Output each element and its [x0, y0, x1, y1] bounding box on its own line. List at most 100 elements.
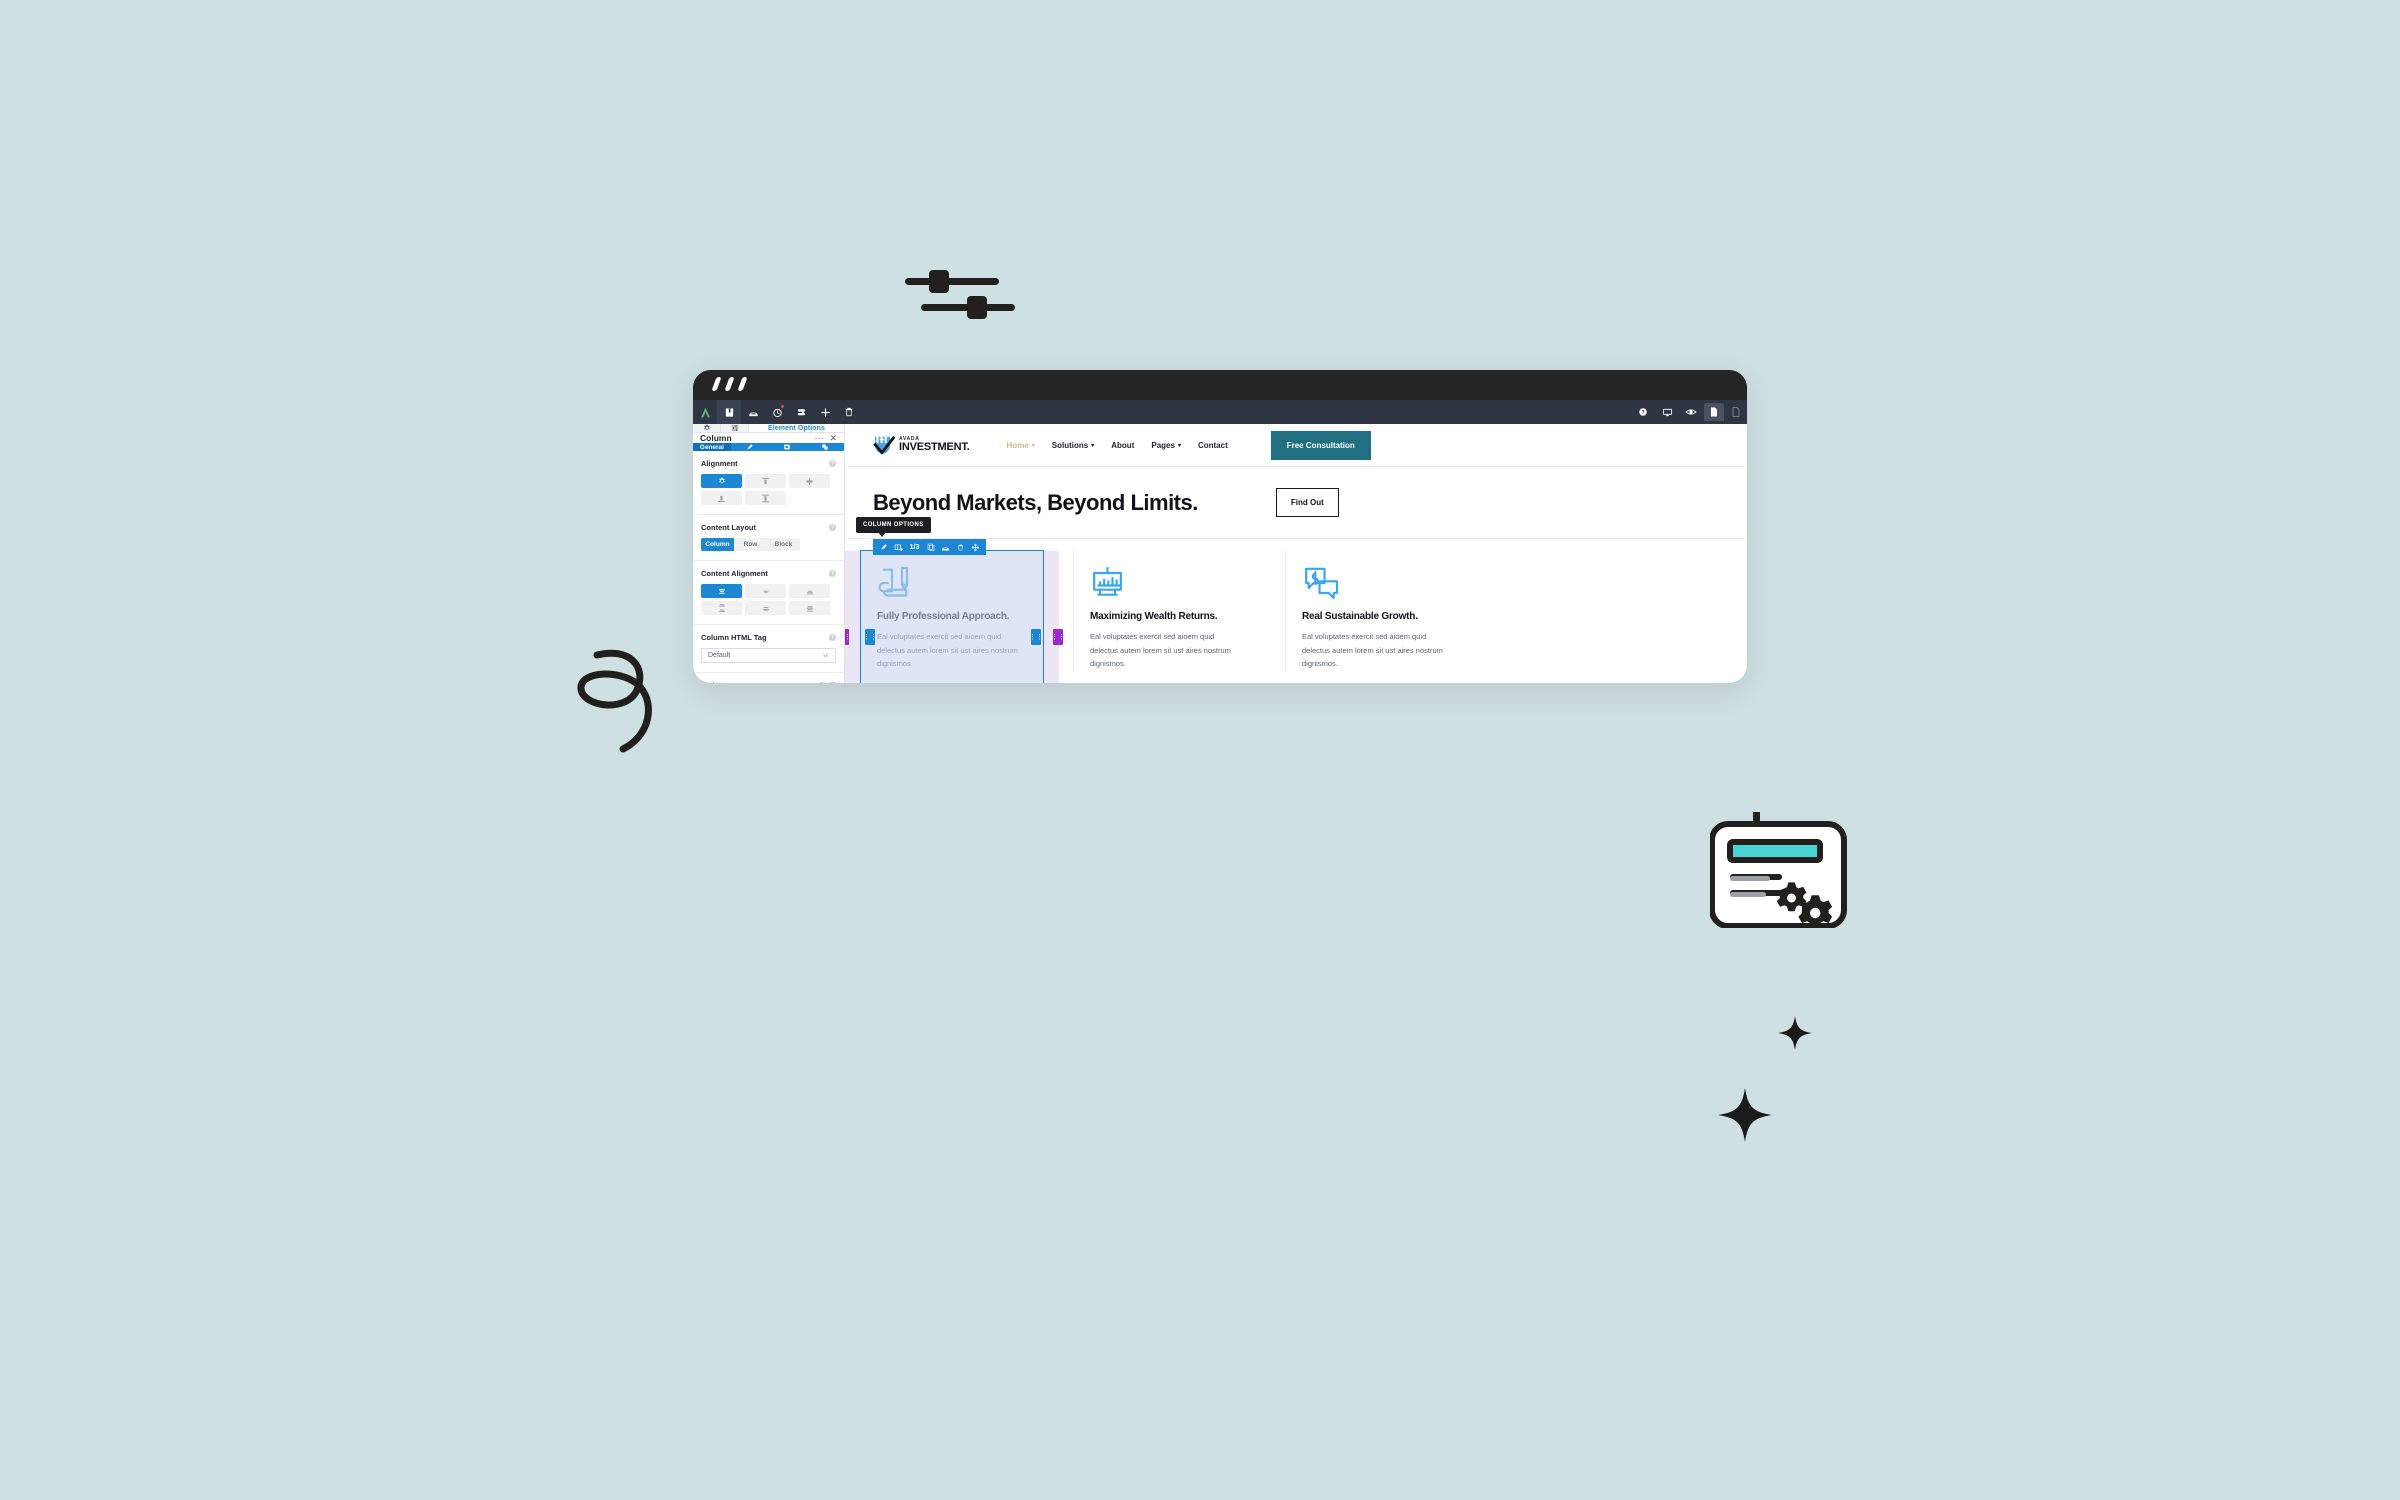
avada-builder-toolbar: ? — [693, 400, 1747, 424]
panel-close-icon[interactable]: ✕ — [829, 433, 837, 443]
help-icon[interactable]: ? — [829, 524, 836, 531]
tab-background[interactable] — [769, 443, 807, 451]
column-html-tag-value: Default — [708, 652, 731, 659]
alignment-default-button[interactable] — [701, 474, 742, 488]
tab-extras[interactable] — [806, 443, 844, 451]
help-icon[interactable]: ? — [829, 570, 836, 577]
save-icon[interactable] — [741, 400, 765, 424]
section-column-html-tag: Column HTML Tag ? Default — [693, 625, 844, 673]
titlebar-slash-3 — [737, 377, 748, 391]
alignment-top-button[interactable] — [745, 474, 786, 488]
content-layout-block[interactable]: Block — [767, 538, 800, 551]
responsive-icon[interactable] — [1655, 400, 1679, 424]
delete-column-icon[interactable] — [953, 539, 968, 555]
logo-main-text: INVESTMENT. — [899, 441, 970, 453]
panel-element-title: Column — [700, 433, 732, 443]
feature-card-1[interactable]: COLUMN OPTIONS 1/3 ⋮ ⋮⋮ ⋮⋮ ⋮⋮ Fully Prof… — [845, 517, 1065, 683]
content-align-start-button[interactable] — [701, 584, 742, 598]
column-drag-handle-right[interactable]: ⋮⋮ — [1029, 629, 1043, 645]
edit-column-icon[interactable] — [876, 539, 891, 555]
clone-column-icon[interactable] — [923, 539, 938, 555]
help-icon[interactable]: ? — [829, 634, 836, 641]
svg-text:?: ? — [1641, 410, 1644, 416]
chevron-down-icon — [823, 654, 828, 658]
column-drag-handle-left[interactable]: ⋮⋮ — [863, 629, 877, 645]
squiggle-decoration — [577, 649, 652, 753]
feature-card-3[interactable]: Real Sustainable Growth. Eal voluptates … — [1285, 551, 1465, 671]
content-align-space-evenly-button[interactable] — [789, 601, 830, 615]
browser-titlebar — [693, 370, 1747, 400]
nav-item-solutions[interactable]: Solutions ▾ — [1052, 441, 1094, 450]
content-layout-column[interactable]: Column — [701, 538, 734, 551]
card-2-title: Maximizing Wealth Returns. — [1090, 611, 1218, 622]
preview-icon[interactable] — [1679, 400, 1703, 424]
avada-logo-icon[interactable] — [693, 400, 717, 424]
section-alignment-title: Alignment — [701, 459, 738, 468]
move-column-icon[interactable] — [968, 539, 983, 555]
panel-more-icon[interactable]: ··· — [814, 433, 823, 443]
site-preview-canvas: AVADA INVESTMENT. Home ▾ Solutions ▾ About… — [845, 424, 1747, 683]
content-align-end-button[interactable] — [789, 584, 830, 598]
site-header: AVADA INVESTMENT. Home ▾ Solutions ▾ About… — [845, 424, 1747, 467]
card-1-body: Eal voluptates exercit sed aioem quid de… — [877, 632, 1018, 668]
column-html-tag-select[interactable]: Default — [701, 648, 836, 663]
tab-design[interactable] — [731, 443, 769, 451]
nav-item-home[interactable]: Home ▾ — [1007, 441, 1035, 450]
content-align-space-around-button[interactable] — [745, 601, 786, 615]
content-align-center-button[interactable] — [745, 584, 786, 598]
alignment-bottom-button[interactable] — [701, 491, 742, 505]
feature-card-2[interactable]: Maximizing Wealth Returns. Eal voluptate… — [1073, 551, 1253, 671]
page-icon[interactable] — [1725, 400, 1747, 424]
dynamic-content-icon[interactable] — [829, 682, 836, 683]
sliders-decoration-icon — [905, 270, 1015, 319]
find-out-button[interactable]: Find Out — [1275, 488, 1339, 517]
hero-heading: Beyond Markets, Beyond Limits. — [873, 489, 1198, 515]
add-element-icon[interactable] — [813, 400, 837, 424]
nav-item-contact[interactable]: Contact — [1198, 441, 1228, 450]
panel-settings-tab[interactable] — [693, 424, 721, 432]
chevron-down-icon: ▾ — [1091, 442, 1095, 449]
add-column-icon[interactable] — [891, 539, 906, 555]
sparkle-decoration-large — [1718, 1088, 1772, 1142]
alignment-center-button[interactable] — [789, 474, 830, 488]
parent-drag-handle-right[interactable]: ⋮⋮ — [1051, 629, 1065, 645]
layers-icon[interactable] — [789, 400, 813, 424]
browser-window: ? Element Options Column ··· ✕ General A… — [693, 370, 1747, 683]
help-icon[interactable]: ? — [818, 682, 825, 683]
contract-signing-icon — [878, 566, 909, 597]
page-icon-active[interactable] — [1703, 400, 1725, 424]
section-column-html-tag-title: Column HTML Tag — [701, 633, 767, 642]
card-3-icon-wrap — [1302, 563, 1449, 605]
panel-title-label: Element Options — [749, 424, 844, 432]
card-3-title: Real Sustainable Growth. — [1302, 611, 1418, 622]
hero-section: Beyond Markets, Beyond Limits. Find Out — [845, 467, 1747, 539]
trash-icon[interactable] — [837, 400, 861, 424]
nav-item-about[interactable]: About — [1111, 441, 1134, 450]
sparkle-decoration-small — [1778, 1016, 1812, 1050]
content-align-space-between-button[interactable] — [701, 601, 742, 615]
tab-general[interactable]: General — [693, 443, 731, 451]
site-logo[interactable]: AVADA INVESTMENT. — [873, 434, 970, 456]
library-icon[interactable] — [717, 400, 741, 424]
help-icon[interactable]: ? — [829, 460, 836, 467]
nav-item-pages[interactable]: Pages ▾ — [1151, 441, 1181, 450]
help-icon[interactable]: ? — [1631, 400, 1655, 424]
titlebar-slash-2 — [724, 377, 735, 391]
panel-tab-bar: General — [693, 443, 844, 451]
column-options-toolbar[interactable]: 1/3 — [873, 539, 986, 555]
editor-body: Element Options Column ··· ✕ General Ali… — [693, 424, 1747, 683]
save-column-icon[interactable] — [938, 539, 953, 555]
alignment-stretch-button[interactable] — [745, 491, 786, 505]
monitor-chart-icon — [1093, 566, 1122, 596]
shield-check-icon — [873, 435, 895, 455]
card-1-title: Fully Professional Approach. — [877, 611, 1010, 622]
parent-drag-handle-left[interactable]: ⋮⋮ — [845, 629, 851, 645]
content-layout-row[interactable]: Row — [734, 538, 767, 551]
panel-sliders-tab[interactable] — [721, 424, 749, 432]
column-width-label[interactable]: 1/3 — [906, 539, 923, 555]
chevron-down-icon: ▾ — [1177, 442, 1181, 449]
titlebar-slash-1 — [711, 377, 722, 391]
free-consultation-button[interactable]: Free Consultation — [1270, 430, 1371, 460]
history-icon[interactable] — [765, 400, 789, 424]
